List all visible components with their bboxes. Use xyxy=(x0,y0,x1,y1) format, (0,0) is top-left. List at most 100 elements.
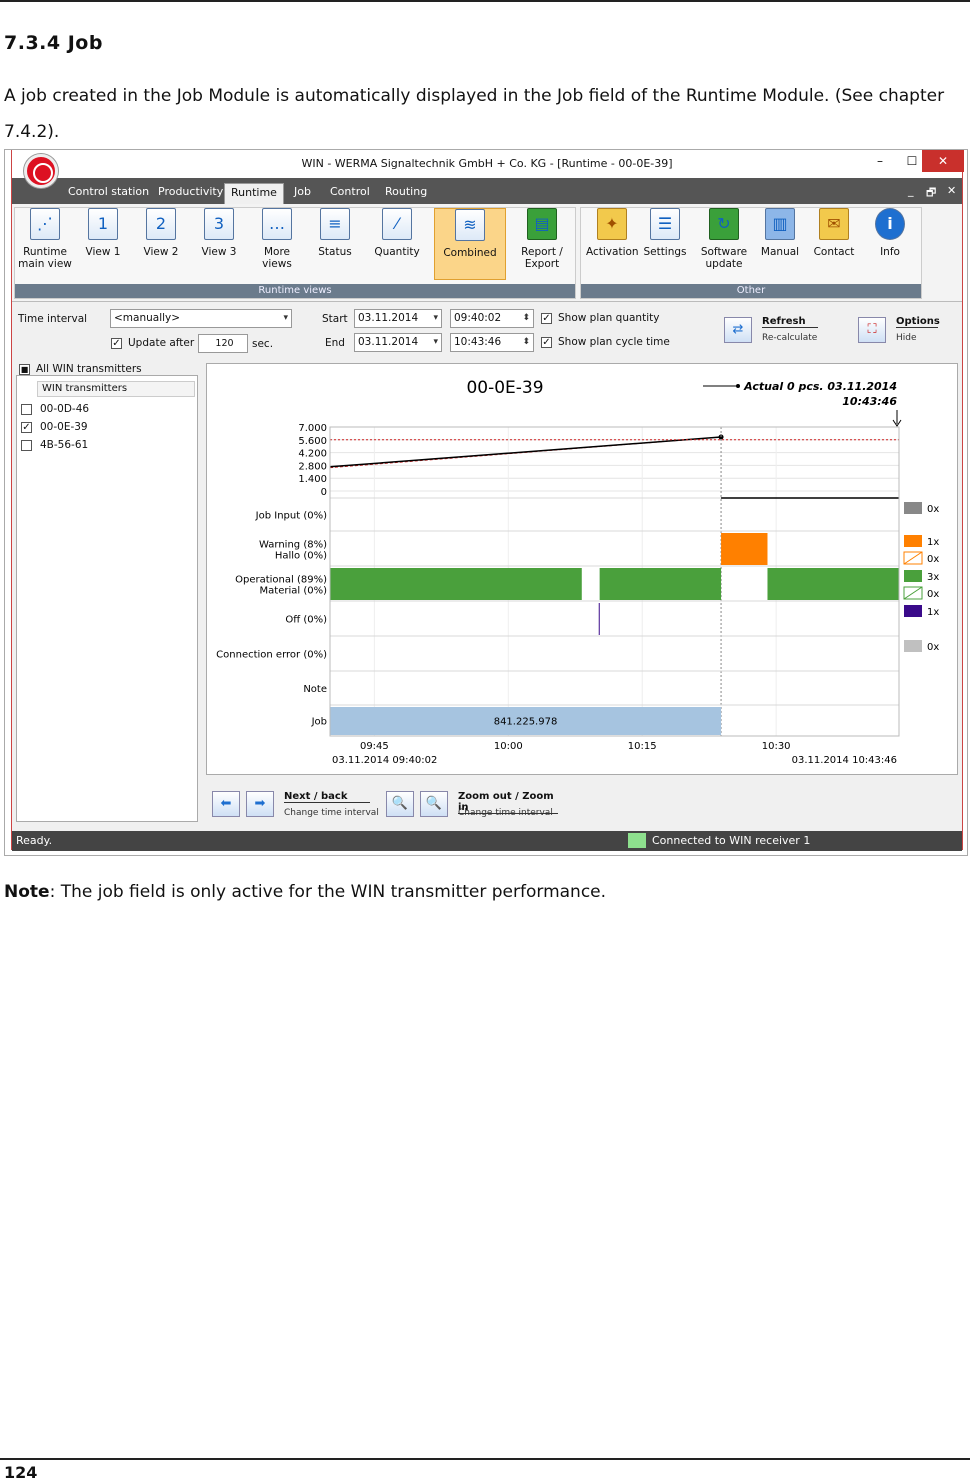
end-time-spinner[interactable]: 10:43:46 ⬍ xyxy=(450,333,534,352)
row-label: Warning (8%) xyxy=(259,540,327,551)
row-label-secondary: Hallo (0%) xyxy=(275,551,327,562)
options-link[interactable]: Options xyxy=(896,316,940,328)
mdi-minimize-button[interactable]: _ xyxy=(908,184,914,197)
show-plan-cycle-checkbox[interactable]: ✓ xyxy=(541,337,552,348)
chevron-down-icon: ▾ xyxy=(433,313,438,323)
manual-button[interactable]: ▥ Manual xyxy=(758,208,802,280)
close-button[interactable]: ✕ xyxy=(922,150,964,172)
legend-count: 3x xyxy=(927,572,939,583)
combined-icon: ≋ xyxy=(455,209,485,241)
update-after-value: 120 xyxy=(215,338,234,349)
zoom-out-icon[interactable]: 🔍 xyxy=(386,791,414,817)
legend-count: 0x xyxy=(927,504,939,515)
info-icon: i xyxy=(875,208,905,240)
x-tick-label: 10:15 xyxy=(628,741,657,752)
options-icon[interactable]: ⛶ xyxy=(858,317,886,343)
report-export-button[interactable]: ▤ Report / Export xyxy=(514,208,570,280)
ribbon: Runtime views Other ⋰ Runtime main view 1… xyxy=(12,204,962,302)
list-item[interactable]: 4B-56-61 xyxy=(21,439,88,451)
app-logo-icon[interactable] xyxy=(24,154,58,188)
legend-count: 1x xyxy=(927,607,939,618)
show-plan-quantity-checkbox[interactable]: ✓ xyxy=(541,313,552,324)
more-views-button[interactable]: … More views xyxy=(252,208,302,280)
refresh-link[interactable]: Refresh xyxy=(762,316,818,328)
start-date-picker[interactable]: 03.11.2014 ▾ xyxy=(354,309,442,328)
row-label: Connection error (0%) xyxy=(216,650,327,661)
clipboard-icon: ☰ xyxy=(650,208,680,240)
runtime-main-view-icon: ⋰ xyxy=(30,208,60,240)
view-1-button[interactable]: 1 View 1 xyxy=(78,208,128,280)
list-item[interactable]: ✓ 00-0E-39 xyxy=(21,421,88,433)
list-item[interactable]: 00-0D-46 xyxy=(21,403,89,415)
end-date-picker[interactable]: 03.11.2014 ▾ xyxy=(354,333,442,352)
contact-button[interactable]: ✉ Contact xyxy=(808,208,860,280)
settings-button[interactable]: ☰ Settings xyxy=(640,208,690,280)
item-checkbox[interactable] xyxy=(21,439,32,451)
legend-marker xyxy=(736,384,740,388)
top-rule xyxy=(0,0,970,2)
tab-job[interactable]: Job xyxy=(288,183,317,204)
status-ready: Ready. xyxy=(16,834,53,847)
mdi-restore-button[interactable]: 🗗 xyxy=(926,184,936,203)
x-start-label: 03.11.2014 09:40:02 xyxy=(332,755,437,766)
y-tick-label: 5.600 xyxy=(298,436,327,447)
chart-title: 00-0E-39 xyxy=(466,378,543,398)
item-checkbox[interactable] xyxy=(21,403,32,415)
seconds-label: sec. xyxy=(252,338,274,350)
legend-label: Actual 0 pcs. 03.11.2014 xyxy=(743,380,897,393)
all-transmitters-label: All WIN transmitters xyxy=(36,363,142,375)
software-update-button[interactable]: ↻ Software update xyxy=(694,208,754,280)
tab-control[interactable]: Control xyxy=(324,183,376,204)
runtime-main-view-button[interactable]: ⋰ Runtime main view xyxy=(18,208,72,280)
view-3-button[interactable]: 3 View 3 xyxy=(194,208,244,280)
combined-button[interactable]: ≋ Combined xyxy=(434,208,506,280)
info-button[interactable]: i Info xyxy=(868,208,912,280)
mdi-close-button[interactable]: ✕ xyxy=(947,184,956,197)
status-button[interactable]: ≡ Status xyxy=(310,208,360,280)
y-tick-label: 4.200 xyxy=(298,449,327,460)
ribbon-label: More views xyxy=(262,246,292,270)
next-back-link[interactable]: Next / back xyxy=(284,791,370,803)
chevron-down-icon: ▾ xyxy=(283,313,288,323)
legend-swatch xyxy=(904,502,922,514)
item-checkbox[interactable]: ✓ xyxy=(21,421,32,433)
ribbon-label: View 1 xyxy=(85,246,121,258)
update-after-checkbox[interactable]: ✓ xyxy=(111,338,122,349)
tab-runtime[interactable]: Runtime xyxy=(224,183,284,204)
refresh-icon[interactable]: ⇄ xyxy=(724,317,752,343)
transmitter-list: WIN transmitters 00-0D-46 ✓ 00-0E-39 4B-5… xyxy=(16,375,198,822)
ribbon-label: Status xyxy=(318,246,352,258)
end-time-value: 10:43:46 xyxy=(454,336,502,348)
update-after-spinner[interactable]: 120 xyxy=(198,334,248,353)
show-plan-quantity-label: Show plan quantity xyxy=(558,312,660,324)
view-2-button[interactable]: 2 View 2 xyxy=(136,208,186,280)
ribbon-label: Report / Export xyxy=(521,246,563,270)
minimize-button[interactable]: – xyxy=(864,150,896,172)
spinner-arrows-icon: ⬍ xyxy=(522,337,530,347)
legend-swatch xyxy=(904,605,922,617)
note-label: Note xyxy=(4,882,50,902)
end-date-value: 03.11.2014 xyxy=(358,336,419,348)
back-arrow-icon[interactable]: ⬅ xyxy=(212,791,240,817)
tab-control-station[interactable]: Control station xyxy=(62,183,155,204)
note-text: : The job field is only active for the W… xyxy=(49,882,607,902)
legend-swatch xyxy=(904,570,922,582)
zoom-in-icon[interactable]: 🔍 xyxy=(420,791,448,817)
spinner-arrows-icon: ⬍ xyxy=(522,313,530,323)
activation-button[interactable]: ✦ Activation xyxy=(586,208,639,280)
timeline-segment xyxy=(598,603,600,635)
menu-tabs: Control station Productivity Runtime Job… xyxy=(12,178,962,204)
tab-productivity[interactable]: Productivity xyxy=(152,183,229,204)
app-window: WIN - WERMA Signaltechnik GmbH + Co. KG … xyxy=(11,150,964,851)
all-transmitters-checkbox[interactable]: ■ xyxy=(19,364,30,375)
end-label: End xyxy=(325,337,345,349)
quantity-icon: ⁄ xyxy=(382,208,412,240)
next-arrow-icon[interactable]: ➡ xyxy=(246,791,274,817)
time-interval-select[interactable]: <manually> ▾ xyxy=(110,309,292,328)
screenshot-figure: WIN - WERMA Signaltechnik GmbH + Co. KG … xyxy=(4,149,968,856)
envelope-icon: ✉ xyxy=(819,208,849,240)
quantity-button[interactable]: ⁄ Quantity xyxy=(368,208,426,280)
legend-swatch xyxy=(904,640,922,652)
tab-routing[interactable]: Routing xyxy=(379,183,433,204)
start-time-spinner[interactable]: 09:40:02 ⬍ xyxy=(450,309,534,328)
